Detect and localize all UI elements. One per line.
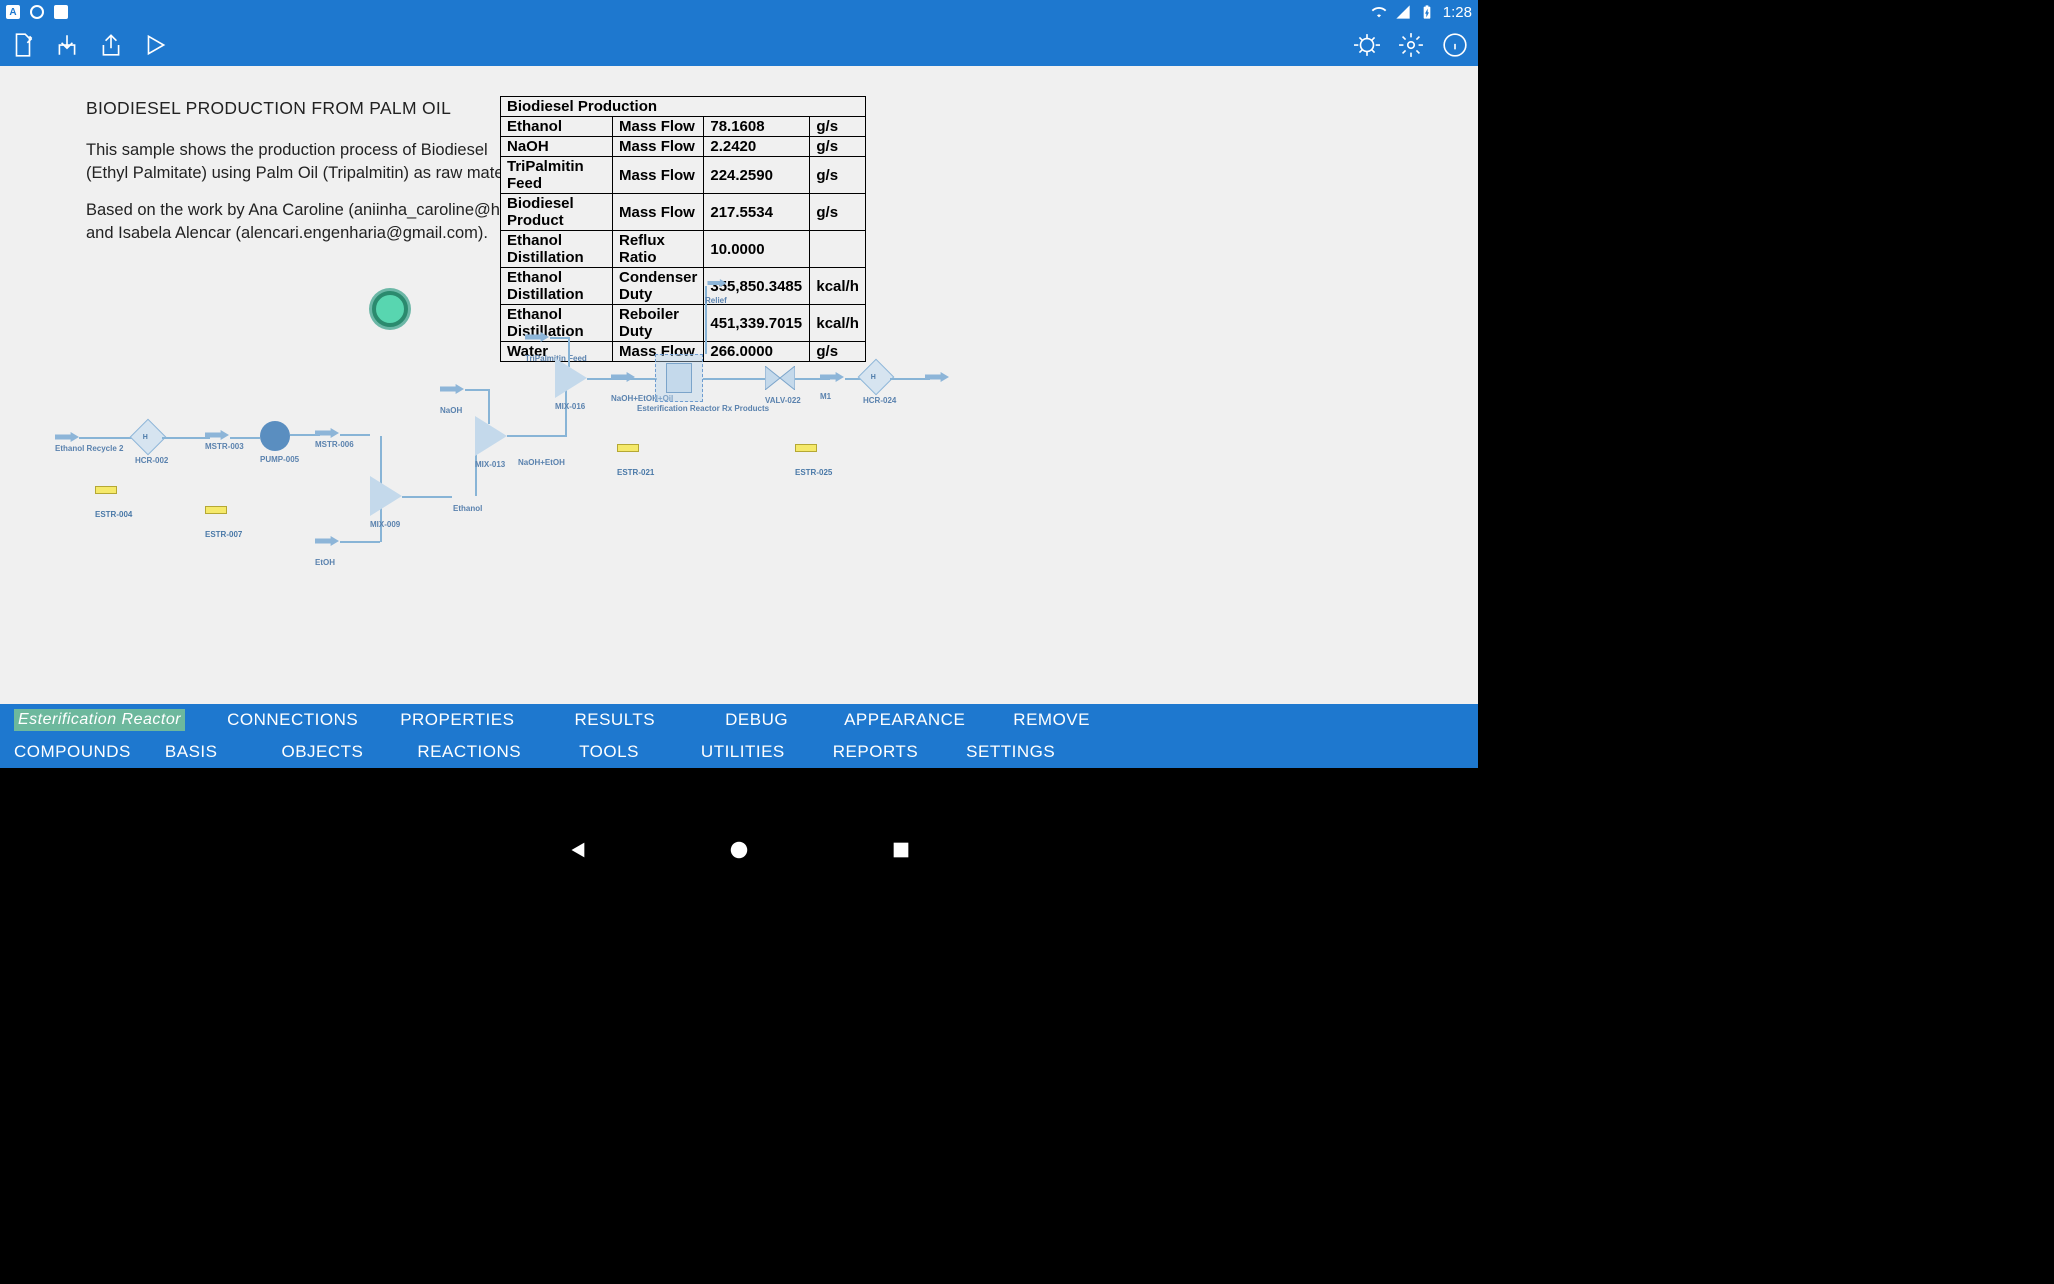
esterification-reactor[interactable] bbox=[655, 354, 703, 402]
pump-005[interactable] bbox=[260, 421, 290, 451]
app-toolbar bbox=[0, 24, 1478, 66]
touch-indicator-icon bbox=[372, 291, 408, 327]
tab-objects[interactable]: OBJECTS bbox=[282, 742, 364, 762]
stream-arrow-icon[interactable] bbox=[315, 428, 339, 438]
bug-icon[interactable] bbox=[1354, 32, 1380, 58]
stream-arrow-icon[interactable] bbox=[925, 372, 949, 382]
tab-properties[interactable]: PROPERTIES bbox=[400, 710, 514, 730]
label-esterification: Esterification Reactor Rx Products bbox=[637, 404, 769, 413]
new-file-icon[interactable] bbox=[10, 32, 36, 58]
play-icon[interactable] bbox=[142, 32, 168, 58]
label-estr007: ESTR-007 bbox=[205, 530, 242, 539]
table-header: Biodiesel Production bbox=[501, 97, 866, 117]
bottom-tabs: Esterification Reactor CONNECTIONS PROPE… bbox=[0, 704, 1478, 768]
label-pump005: PUMP-005 bbox=[260, 455, 299, 464]
tab-settings[interactable]: SETTINGS bbox=[966, 742, 1055, 762]
stream-mstr006[interactable]: MSTR-006 bbox=[315, 440, 354, 449]
stream-etoh[interactable]: EtOH bbox=[315, 558, 339, 567]
status-time: 1:28 bbox=[1443, 4, 1472, 21]
recents-button-icon[interactable] bbox=[890, 839, 912, 861]
label-mix009: MIX-009 bbox=[370, 520, 402, 529]
energy-tag-icon[interactable] bbox=[795, 444, 817, 452]
label-estr004: ESTR-004 bbox=[95, 510, 132, 519]
label-estr025: ESTR-025 bbox=[795, 468, 832, 477]
mixer-013[interactable] bbox=[475, 416, 507, 456]
label-hcr024: HCR-024 bbox=[863, 396, 896, 405]
tab-selected-object[interactable]: Esterification Reactor bbox=[14, 709, 185, 731]
stream-arrow-icon[interactable] bbox=[55, 432, 79, 442]
table-row: NaOHMass Flow2.2420g/s bbox=[501, 137, 866, 157]
stream-ethanol[interactable]: Ethanol bbox=[453, 504, 482, 513]
table-row: TriPalmitin FeedMass Flow224.2590g/s bbox=[501, 157, 866, 194]
mixer-009[interactable] bbox=[370, 476, 402, 516]
black-separator bbox=[0, 768, 1478, 824]
valve-022[interactable] bbox=[765, 366, 795, 390]
stream-naoh-etoh[interactable]: NaOH+EtOH bbox=[518, 458, 565, 467]
tab-appearance[interactable]: APPEARANCE bbox=[844, 710, 965, 730]
stream-arrow-icon[interactable] bbox=[525, 332, 549, 342]
tab-connections[interactable]: CONNECTIONS bbox=[227, 710, 358, 730]
info-icon[interactable] bbox=[1442, 32, 1468, 58]
mixer-016[interactable] bbox=[555, 358, 587, 398]
label-hcr002: HCR-002 bbox=[135, 456, 168, 465]
gear-icon[interactable] bbox=[1398, 32, 1424, 58]
wifi-icon bbox=[1371, 4, 1387, 20]
android-status-bar: A 1:28 bbox=[0, 0, 1478, 24]
flowsheet-canvas[interactable]: BIODIESEL PRODUCTION FROM PALM OIL This … bbox=[0, 66, 1478, 704]
tab-tools[interactable]: TOOLS bbox=[579, 742, 639, 762]
stream-arrow-icon[interactable] bbox=[611, 372, 635, 382]
table-row: Ethanol DistillationCondenser Duty355,85… bbox=[501, 268, 866, 305]
label-estr021: ESTR-021 bbox=[617, 468, 654, 477]
energy-tag-icon[interactable] bbox=[617, 444, 639, 452]
sd-card-icon bbox=[54, 5, 68, 19]
heater-hcr024[interactable]: H bbox=[858, 359, 895, 396]
home-button-icon[interactable] bbox=[728, 839, 750, 861]
battery-icon bbox=[1419, 4, 1435, 20]
stream-m1[interactable]: M1 bbox=[820, 392, 844, 401]
status-circle-icon bbox=[30, 5, 44, 19]
tab-remove[interactable]: REMOVE bbox=[1013, 710, 1090, 730]
keyboard-indicator-icon: A bbox=[6, 5, 20, 19]
stream-arrow-icon[interactable] bbox=[820, 372, 844, 382]
open-file-icon[interactable] bbox=[54, 32, 80, 58]
label-mix016: MIX-016 bbox=[555, 402, 587, 411]
android-nav-bar bbox=[0, 824, 1478, 876]
stream-arrow-icon[interactable] bbox=[440, 384, 464, 394]
tab-basis[interactable]: BASIS bbox=[165, 742, 218, 762]
energy-tag-icon[interactable] bbox=[95, 486, 117, 494]
stream-arrow-icon[interactable] bbox=[315, 536, 339, 546]
share-icon[interactable] bbox=[98, 32, 124, 58]
table-row: EthanolMass Flow78.1608g/s bbox=[501, 117, 866, 137]
stream-naoh[interactable]: NaOH bbox=[440, 406, 464, 415]
stream-mstr003[interactable]: MSTR-003 bbox=[205, 442, 244, 451]
signal-icon bbox=[1395, 4, 1411, 20]
label-valv022: VALV-022 bbox=[765, 396, 801, 405]
table-row: Biodiesel ProductMass Flow217.5534g/s bbox=[501, 194, 866, 231]
back-button-icon[interactable] bbox=[566, 839, 588, 861]
tab-results[interactable]: RESULTS bbox=[574, 710, 655, 730]
stream-relief[interactable]: Relief bbox=[705, 296, 729, 305]
tab-reactions[interactable]: REACTIONS bbox=[417, 742, 521, 762]
table-row: Ethanol DistillationReflux Ratio10.0000 bbox=[501, 231, 866, 268]
stream-ethanol-recycle[interactable]: Ethanol Recycle 2 bbox=[55, 444, 123, 453]
tab-reports[interactable]: REPORTS bbox=[833, 742, 918, 762]
tab-utilities[interactable]: UTILITIES bbox=[701, 742, 785, 762]
energy-tag-icon[interactable] bbox=[205, 506, 227, 514]
results-table: Biodiesel Production EthanolMass Flow78.… bbox=[500, 96, 866, 362]
tab-debug[interactable]: DEBUG bbox=[725, 710, 788, 730]
label-mix013: MIX-013 bbox=[475, 460, 507, 469]
stream-arrow-icon[interactable] bbox=[707, 279, 726, 287]
stream-arrow-icon[interactable] bbox=[205, 430, 229, 440]
heater-hcr002[interactable]: H bbox=[130, 419, 167, 456]
process-flowsheet[interactable]: Ethanol Recycle 2 H HCR-002 ESTR-004 MST… bbox=[55, 336, 1468, 704]
tab-compounds[interactable]: COMPOUNDS bbox=[14, 742, 131, 762]
